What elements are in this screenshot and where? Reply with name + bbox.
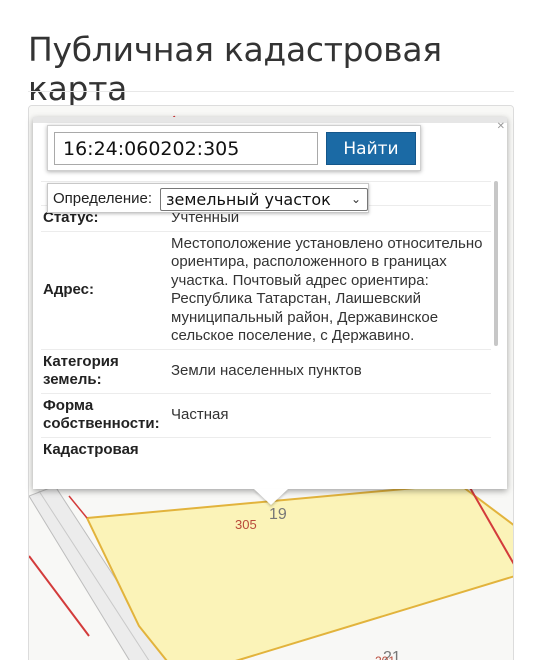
info-popup: ✕ Найти Статус: Учтенный Адрес: Местопол… [33, 117, 507, 505]
close-icon[interactable]: ✕ [497, 121, 505, 132]
table-row: Форма собственности: Частная [41, 392, 491, 437]
fragment-label: 201 [375, 654, 395, 660]
row-value-cadastral [169, 436, 491, 462]
table-row: Категория земель: Земли населенных пункт… [41, 348, 491, 393]
row-value-category: Земли населенных пунктов [169, 348, 491, 393]
block-label-19: 19 [269, 506, 287, 523]
row-key-ownership: Форма собственности: [41, 392, 169, 437]
definition-selected-value: земельный участок [166, 190, 331, 209]
row-key-address: Адрес: [41, 230, 169, 349]
definition-label: Определение: [53, 190, 153, 207]
cadastral-number-input[interactable] [54, 132, 318, 165]
chevron-down-icon: ⌄ [350, 192, 361, 206]
find-button[interactable]: Найти [326, 132, 416, 165]
scrollbar[interactable] [494, 181, 498, 346]
search-box: Найти [47, 125, 421, 171]
page-title: Публичная кадастровая карта [28, 30, 442, 108]
popup-top-strip [33, 117, 507, 123]
definition-select[interactable]: земельный участок ⌄ [160, 188, 368, 211]
row-key-cadastral: Кадастровая [41, 436, 169, 462]
table-row: Кадастровая [41, 436, 491, 462]
definition-box: Определение: земельный участок ⌄ [47, 183, 369, 213]
popup-pointer [254, 489, 288, 505]
table-row: Адрес: Местоположение установлено относи… [41, 230, 491, 349]
info-table: Статус: Учтенный Адрес: Местоположение у… [41, 181, 491, 462]
row-value-ownership: Частная [169, 392, 491, 437]
row-value-address: Местоположение установлено относительно … [169, 230, 491, 349]
title-divider [28, 91, 514, 92]
parcel-label: 305 [235, 517, 257, 532]
row-key-category: Категория земель: [41, 348, 169, 393]
info-scroll-area[interactable]: Статус: Учтенный Адрес: Местоположение у… [33, 181, 507, 471]
